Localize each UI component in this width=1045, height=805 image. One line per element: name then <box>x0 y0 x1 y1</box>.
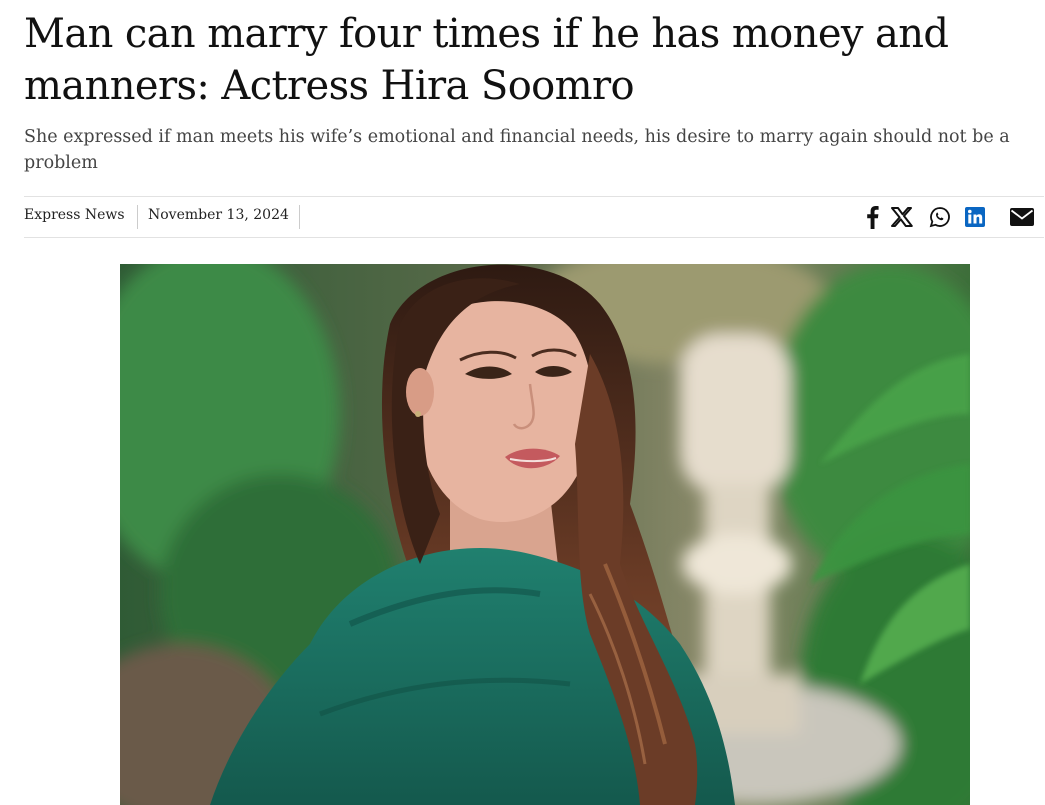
article-date: November 13, 2024 <box>148 205 300 229</box>
share-bar <box>859 204 1044 230</box>
x-icon[interactable] <box>889 204 915 230</box>
article-subheadline: She expressed if man meets his wife’s em… <box>24 127 1010 173</box>
article-meta-bar: Express News November 13, 2024 <box>24 196 1044 238</box>
hero-photo <box>120 264 970 805</box>
email-icon[interactable] <box>1009 204 1035 230</box>
linkedin-icon[interactable] <box>962 204 988 230</box>
facebook-icon[interactable] <box>859 204 885 230</box>
article-headline: Man can marry four times if he has money… <box>24 11 949 109</box>
article-source[interactable]: Express News <box>24 205 138 229</box>
article-hero-image <box>120 264 970 805</box>
whatsapp-icon[interactable] <box>927 204 953 230</box>
